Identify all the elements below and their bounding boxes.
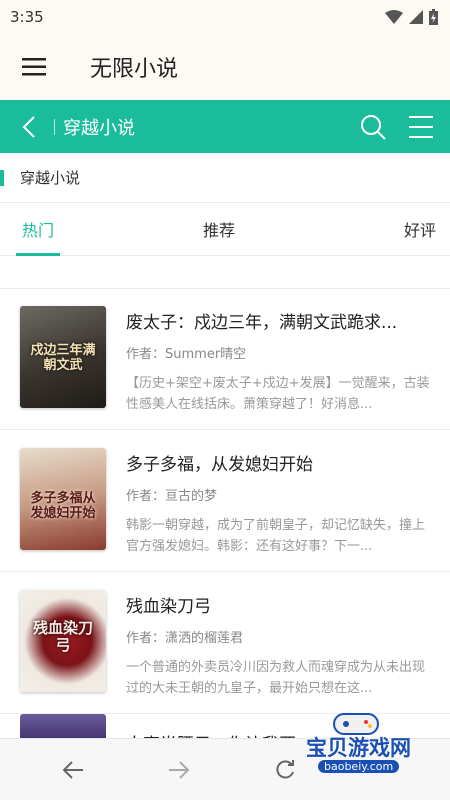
book-description: 韩影一朝穿越，成为了前朝皇子，却记忆缺失，撞上官方强发媳妇。韩影：还有这好事？下… <box>126 518 426 554</box>
book-title: 废太子：戍边三年，满朝文武跪求... <box>126 313 398 333</box>
nav-refresh-button[interactable] <box>267 752 303 788</box>
watermark-logo: 宝贝游戏网 baobeiy.com <box>306 710 418 782</box>
toolbar-divider <box>54 118 55 135</box>
tab-label: 推荐 <box>202 221 235 240</box>
hamburger-menu-icon[interactable] <box>22 58 46 76</box>
book-cover: 残血染刀弓 <box>20 590 106 692</box>
arrow-left-icon <box>62 760 83 779</box>
list-menu-icon <box>409 115 433 138</box>
tab-top-rated[interactable]: 好评 <box>404 203 436 255</box>
menu-button[interactable] <box>406 112 436 142</box>
watermark-text: 宝贝游戏网 <box>306 736 411 760</box>
spacer <box>0 256 450 289</box>
book-title: 残血染刀弓 <box>126 597 211 617</box>
search-icon <box>361 114 386 140</box>
section-title: 穿越小说 <box>20 169 81 187</box>
battery-icon <box>429 9 438 25</box>
tab-bar: 热门 推荐 好评 <box>0 203 450 256</box>
book-description: 【历史+架空+废太子+戍边+发展】一觉醒来，古装性感美人在线括床。萧策穿越了！好… <box>126 376 430 412</box>
wifi-icon <box>385 10 403 24</box>
search-button[interactable] <box>358 112 388 142</box>
signal-icon <box>409 10 423 24</box>
status-bar: 3:35 <box>0 0 450 34</box>
section-header: 穿越小说 <box>0 153 450 203</box>
category-title: 穿越小说 <box>63 117 135 139</box>
tab-hot[interactable]: 热门 <box>16 203 61 256</box>
app-bar: 无限小说 <box>0 34 450 100</box>
book-item[interactable]: 残血染刀弓 残血染刀弓 作者：潇洒的榴莲君 一个普通的外卖员冷川因为救人而魂穿成… <box>0 572 450 714</box>
book-info: 废太子：戍边三年，满朝文武跪求... 作者：Summer晴空 【历史+架空+废太… <box>126 306 430 415</box>
app-title: 无限小说 <box>90 57 179 82</box>
nav-forward-button[interactable] <box>161 752 197 788</box>
book-info: 残血染刀弓 作者：潇洒的榴莲君 一个普通的外卖员冷川因为救人而魂穿成为从未出现过… <box>126 590 430 699</box>
chevron-left-icon <box>22 115 35 138</box>
back-button[interactable] <box>14 112 44 142</box>
tab-label: 热门 <box>22 221 55 240</box>
book-cover: 多子多福从发媳妇开始 <box>20 448 106 550</box>
book-author: 作者：亘古的梦 <box>126 489 218 504</box>
book-description: 一个普通的外卖员冷川因为救人而魂穿成为从未出现过的大未王朝的九皇子，最开始只想在… <box>126 660 426 696</box>
arrow-right-icon <box>169 760 190 779</box>
tab-label: 好评 <box>403 221 436 240</box>
category-toolbar: 穿越小说 <box>0 100 450 153</box>
tab-recommended[interactable]: 推荐 <box>203 203 235 255</box>
status-time: 3:35 <box>10 8 44 26</box>
book-cover-title: 戍边三年满朝文武 <box>30 343 96 373</box>
watermark-url: baobeiy.com <box>318 760 400 773</box>
book-author: 作者：Summer晴空 <box>126 347 247 362</box>
status-icons <box>385 9 438 25</box>
book-cover-title: 多子多福从发媳妇开始 <box>30 491 96 521</box>
book-author: 作者：潇洒的榴莲君 <box>126 631 244 646</box>
nav-back-button[interactable] <box>55 752 91 788</box>
refresh-icon <box>276 759 294 778</box>
section-marker <box>0 169 4 186</box>
book-item[interactable]: 戍边三年满朝文武 废太子：戍边三年，满朝文武跪求... 作者：Summer晴空 … <box>0 288 450 430</box>
book-info: 多子多福，从发媳妇开始 作者：亘古的梦 韩影一朝穿越，成为了前朝皇子，却记忆缺失… <box>126 448 430 557</box>
book-list: 戍边三年满朝文武 废太子：戍边三年，满朝文武跪求... 作者：Summer晴空 … <box>0 288 450 714</box>
tab-active-indicator <box>16 253 61 256</box>
book-cover-title: 残血染刀弓 <box>32 619 93 655</box>
book-item[interactable]: 多子多福从发媳妇开始 多子多福，从发媳妇开始 作者：亘古的梦 韩影一朝穿越，成为… <box>0 430 450 572</box>
book-cover: 戍边三年满朝文武 <box>20 306 106 408</box>
book-title: 多子多福，从发媳妇开始 <box>126 455 313 475</box>
